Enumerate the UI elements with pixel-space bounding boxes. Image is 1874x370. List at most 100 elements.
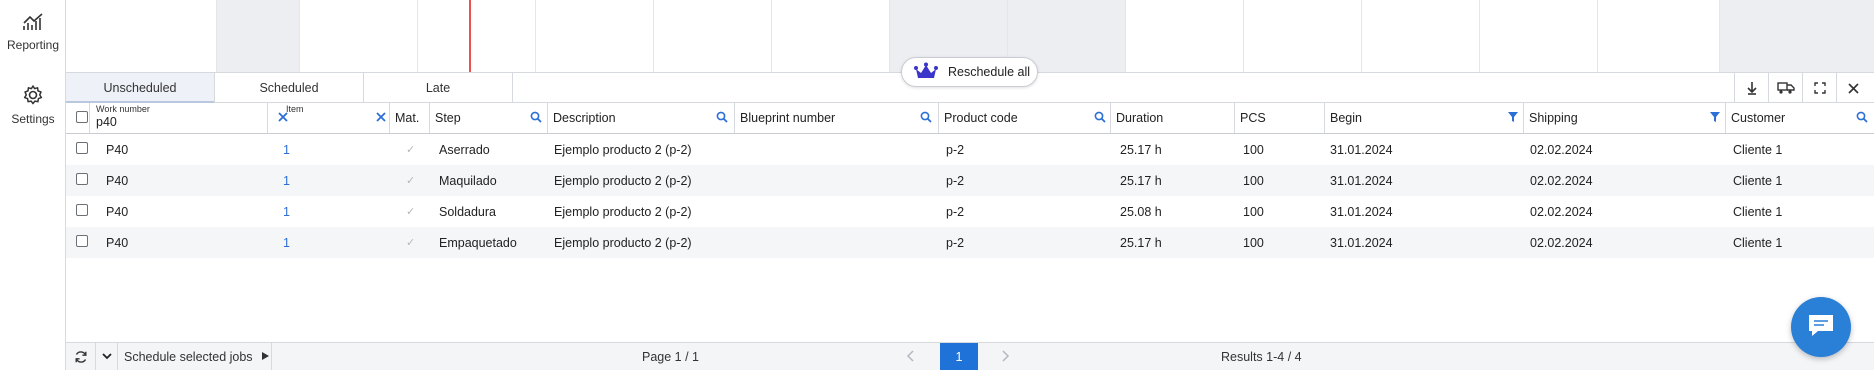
tab-scheduled[interactable]: Scheduled xyxy=(215,73,364,103)
row-checkbox[interactable] xyxy=(76,204,88,216)
tab-late[interactable]: Late xyxy=(364,73,513,103)
row-checkbox[interactable] xyxy=(76,142,88,154)
cell-product-code: p-2 xyxy=(946,143,965,157)
cell-item: 1 xyxy=(283,174,290,188)
cell-work-number: P40 xyxy=(106,174,129,188)
column-product-code[interactable]: Product code xyxy=(939,103,1111,133)
filter-item: Item xyxy=(280,103,390,133)
cell-work-number: P40 xyxy=(106,236,129,250)
table-footer: Schedule selected jobs Page 1 / 1 1 Resu… xyxy=(66,342,1874,370)
item-label: Item xyxy=(286,104,304,114)
column-step[interactable]: Step xyxy=(430,103,548,133)
refresh-icon[interactable] xyxy=(66,343,96,370)
cell-product-code: p-2 xyxy=(946,205,965,219)
cell-shipping: 02.02.2024 xyxy=(1530,236,1593,250)
fullscreen-icon[interactable] xyxy=(1802,73,1836,103)
chart-line-icon xyxy=(0,12,66,32)
cell-pcs: 100 xyxy=(1243,174,1264,188)
cell-step: Aserrado xyxy=(439,143,490,157)
sidebar-item-label: Reporting xyxy=(6,38,60,52)
cell-customer: Cliente 1 xyxy=(1733,143,1783,157)
work-number-label: Work number xyxy=(96,104,150,114)
cell-begin: 31.01.2024 xyxy=(1330,174,1393,188)
cell-item: 1 xyxy=(283,143,290,157)
page-button-current[interactable]: 1 xyxy=(940,343,978,370)
column-blueprint-number[interactable]: Blueprint number xyxy=(735,103,939,133)
cell-duration: 25.17 h xyxy=(1120,236,1162,250)
cell-duration: 25.17 h xyxy=(1120,143,1162,157)
table-row[interactable]: P40 1 ✓ Soldadura Ejemplo producto 2 (p-… xyxy=(66,196,1874,227)
export-icon[interactable] xyxy=(1734,73,1768,103)
material-check-icon: ✓ xyxy=(406,237,416,249)
schedule-selected-jobs-button[interactable]: Schedule selected jobs xyxy=(118,343,272,370)
cell-pcs: 100 xyxy=(1243,143,1264,157)
cell-step: Maquilado xyxy=(439,174,497,188)
chevron-down-icon[interactable] xyxy=(96,343,118,370)
filter-work-number: Work number xyxy=(90,103,288,133)
filter-icon[interactable] xyxy=(1709,111,1721,126)
sidebar-item-label: Settings xyxy=(11,112,55,126)
cell-begin: 31.01.2024 xyxy=(1330,205,1393,219)
column-begin[interactable]: Begin xyxy=(1325,103,1524,133)
cell-begin: 31.01.2024 xyxy=(1330,236,1393,250)
chevron-right-icon[interactable] xyxy=(1002,350,1010,365)
cell-pcs: 100 xyxy=(1243,236,1264,250)
sidebar: Reporting Settings xyxy=(0,0,66,370)
cell-description: Ejemplo producto 2 (p-2) xyxy=(554,174,692,188)
truck-icon[interactable] xyxy=(1768,73,1802,103)
material-check-icon: ✓ xyxy=(406,206,416,218)
search-icon[interactable] xyxy=(1094,111,1106,126)
tab-unscheduled[interactable]: Unscheduled xyxy=(66,73,215,103)
column-duration[interactable]: Duration xyxy=(1111,103,1235,133)
cell-duration: 25.08 h xyxy=(1120,205,1162,219)
cell-work-number: P40 xyxy=(106,143,129,157)
cell-work-number: P40 xyxy=(106,205,129,219)
item-input[interactable] xyxy=(286,114,356,130)
cell-pcs: 100 xyxy=(1243,205,1264,219)
crown-icon xyxy=(914,62,948,83)
cell-shipping: 02.02.2024 xyxy=(1530,205,1593,219)
column-pcs[interactable]: PCS xyxy=(1235,103,1325,133)
results-label: Results 1-4 / 4 xyxy=(1221,350,1302,364)
column-shipping[interactable]: Shipping xyxy=(1524,103,1726,133)
close-icon[interactable] xyxy=(1836,73,1870,103)
search-icon[interactable] xyxy=(716,111,728,126)
cell-begin: 31.01.2024 xyxy=(1330,143,1393,157)
cell-duration: 25.17 h xyxy=(1120,174,1162,188)
row-checkbox[interactable] xyxy=(76,235,88,247)
cell-product-code: p-2 xyxy=(946,174,965,188)
row-checkbox[interactable] xyxy=(76,173,88,185)
column-mat[interactable]: Mat. xyxy=(390,103,430,133)
table-header: Work number Item Mat. Step Description B… xyxy=(66,103,1874,134)
cell-shipping: 02.02.2024 xyxy=(1530,174,1593,188)
cell-item: 1 xyxy=(283,236,290,250)
work-number-input[interactable] xyxy=(96,114,226,130)
filter-icon[interactable] xyxy=(1507,111,1519,126)
chat-icon xyxy=(1806,312,1836,343)
cell-customer: Cliente 1 xyxy=(1733,236,1783,250)
search-icon[interactable] xyxy=(920,111,932,126)
material-check-icon: ✓ xyxy=(406,144,416,156)
cell-description: Ejemplo producto 2 (p-2) xyxy=(554,143,692,157)
app-root: Reporting Settings Reschedule all Unsche… xyxy=(0,0,1874,370)
sidebar-item-reporting[interactable]: Reporting xyxy=(0,12,66,52)
clear-icon[interactable] xyxy=(376,111,386,125)
cell-shipping: 02.02.2024 xyxy=(1530,143,1593,157)
reschedule-all-button[interactable]: Reschedule all xyxy=(901,57,1038,87)
column-customer[interactable]: Customer xyxy=(1726,103,1874,133)
schedule-selected-jobs-label: Schedule selected jobs xyxy=(124,349,253,364)
chevron-left-icon[interactable] xyxy=(906,350,914,365)
search-icon[interactable] xyxy=(1856,111,1868,126)
cell-step: Soldadura xyxy=(439,205,496,219)
table-row[interactable]: P40 1 ✓ Empaquetado Ejemplo producto 2 (… xyxy=(66,227,1874,258)
cell-product-code: p-2 xyxy=(946,236,965,250)
gear-icon xyxy=(0,84,66,106)
table-row[interactable]: P40 1 ✓ Maquilado Ejemplo producto 2 (p-… xyxy=(66,165,1874,196)
sidebar-item-settings[interactable]: Settings xyxy=(0,84,66,126)
select-all-checkbox[interactable] xyxy=(76,111,88,123)
chat-button[interactable] xyxy=(1791,297,1851,357)
table-row[interactable]: P40 1 ✓ Aserrado Ejemplo producto 2 (p-2… xyxy=(66,134,1874,165)
column-description[interactable]: Description xyxy=(548,103,735,133)
search-icon[interactable] xyxy=(530,111,542,126)
cell-step: Empaquetado xyxy=(439,236,517,250)
